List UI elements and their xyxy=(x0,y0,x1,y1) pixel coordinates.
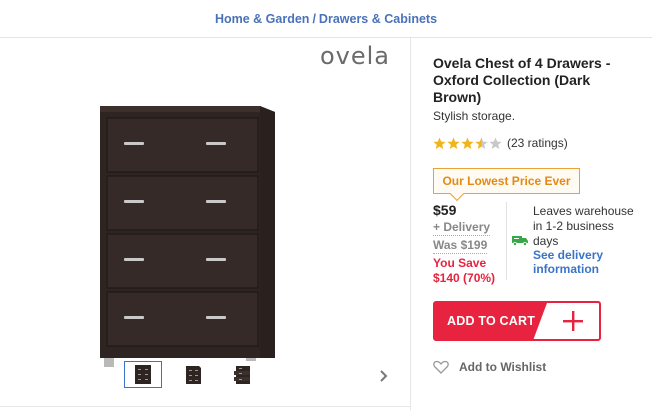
delivery-cost-link[interactable]: + Delivery xyxy=(433,220,491,236)
product-subtitle: Stylish storage. xyxy=(433,109,516,123)
delivery-truck-icon xyxy=(512,236,528,246)
thumbnail-front[interactable] xyxy=(124,361,162,388)
brand-logo: ovela xyxy=(319,42,390,70)
delivery-information-link[interactable]: See delivery information xyxy=(533,248,633,276)
chevron-right-icon xyxy=(380,370,388,382)
product-details: Ovela Chest of 4 Drawers - Oxford Collec… xyxy=(433,38,648,410)
price-divider xyxy=(506,202,507,280)
was-price[interactable]: Was $199 xyxy=(433,238,488,254)
chest-thumbnail-icon xyxy=(186,365,201,384)
ratings-count[interactable]: (23 ratings) xyxy=(507,136,568,150)
gallery-next-button[interactable] xyxy=(376,368,392,384)
savings-label: You Save $140 (70%) xyxy=(433,256,503,286)
add-to-cart-button[interactable]: ADD TO CART xyxy=(433,301,601,341)
thumbnail-angle[interactable] xyxy=(174,361,212,388)
rating-stars-icon xyxy=(433,137,502,149)
product-main-image[interactable] xyxy=(80,96,300,376)
current-price: $59 xyxy=(433,202,457,218)
wishlist-label: Add to Wishlist xyxy=(459,360,547,374)
thumbnail-strip xyxy=(124,361,262,388)
breadcrumb: Home & Garden / Drawers & Cabinets xyxy=(0,0,652,38)
heart-icon xyxy=(433,360,449,374)
breadcrumb-home-garden[interactable]: Home & Garden xyxy=(215,12,309,26)
shipping-lead-time: Leaves warehouse in 1-2 business days xyxy=(533,204,634,248)
chest-thumbnail-icon xyxy=(135,364,151,384)
rating-row[interactable]: (23 ratings) xyxy=(433,136,568,150)
savings-amount: $140 (70%) xyxy=(433,271,496,285)
add-to-cart-label: ADD TO CART xyxy=(435,303,547,339)
plus-icon xyxy=(547,303,599,339)
breadcrumb-separator: / xyxy=(312,11,316,26)
thumbnail-open[interactable] xyxy=(224,361,262,388)
add-to-wishlist-button[interactable]: Add to Wishlist xyxy=(433,360,546,374)
product-gallery: ovela xyxy=(0,38,411,410)
savings-label-line1: You Save xyxy=(433,256,487,270)
breadcrumb-drawers-cabinets[interactable]: Drawers & Cabinets xyxy=(319,12,437,26)
chest-thumbnail-icon xyxy=(234,365,250,384)
price-block: $59 + Delivery Was $199 You Save $140 (7… xyxy=(433,202,503,286)
product-title: Ovela Chest of 4 Drawers - Oxford Collec… xyxy=(433,55,611,105)
lowest-price-badge: Our Lowest Price Ever xyxy=(433,168,580,194)
gallery-divider xyxy=(0,406,411,407)
